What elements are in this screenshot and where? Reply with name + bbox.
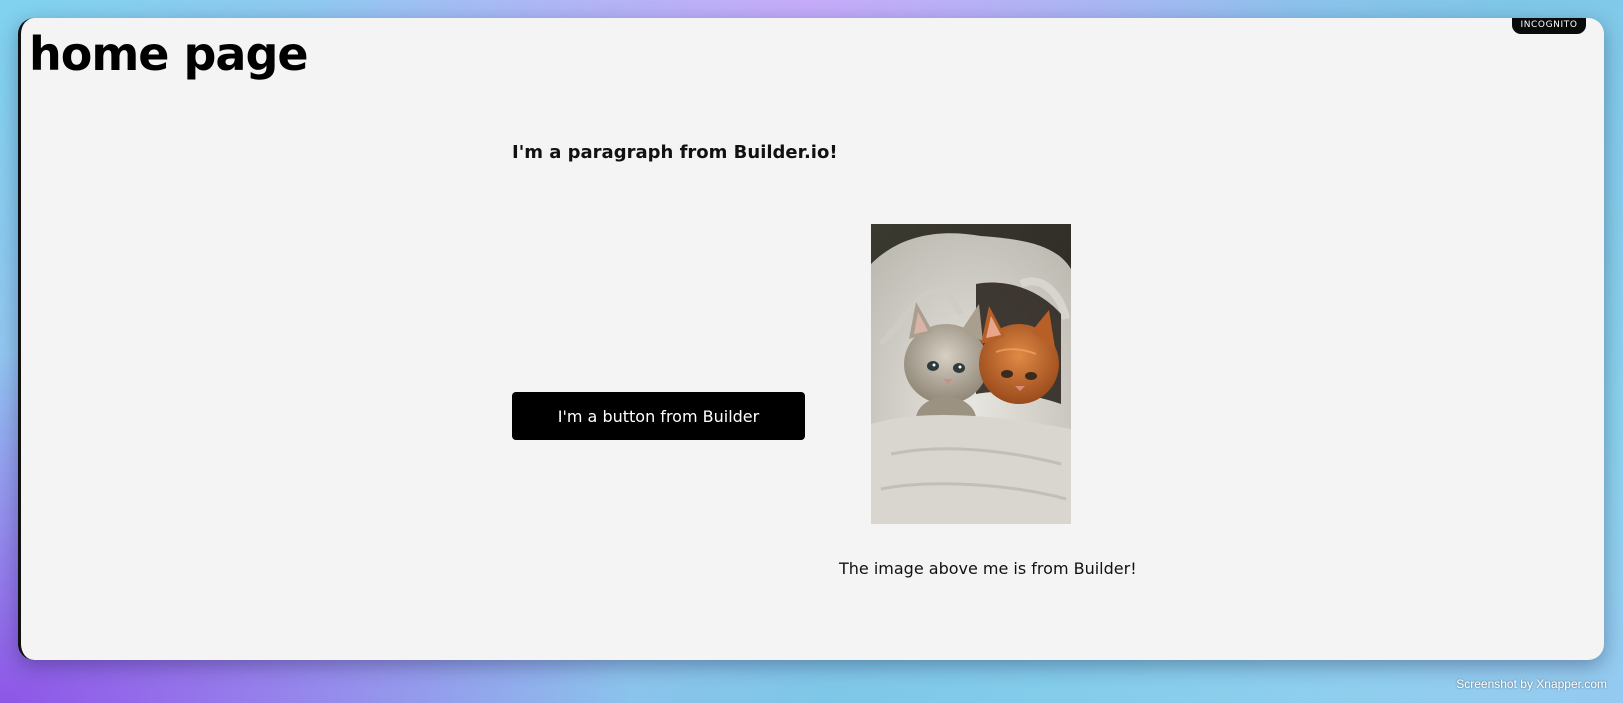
builder-paragraph: I'm a paragraph from Builder.io!: [512, 142, 838, 163]
kittens-image: [871, 224, 1071, 524]
builder-button[interactable]: I'm a button from Builder: [512, 392, 805, 440]
image-caption: The image above me is from Builder!: [839, 559, 1137, 578]
browser-window: INCOGNITO home page I'm a paragraph from…: [18, 18, 1604, 660]
page-title: home page: [29, 27, 309, 81]
incognito-badge: INCOGNITO: [1512, 18, 1586, 34]
screenshot-watermark: Screenshot by Xnapper.com: [1456, 677, 1607, 691]
